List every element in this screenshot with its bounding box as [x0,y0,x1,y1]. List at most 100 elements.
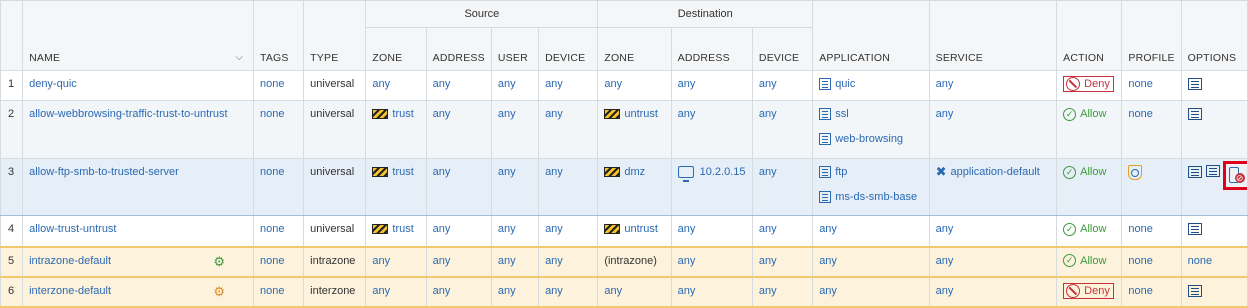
application[interactable]: any [812,245,930,277]
destination-zone[interactable]: dmz [624,166,645,178]
source-zone-cell[interactable]: trust [365,158,427,216]
chevron-down-icon[interactable]: ⌵ [235,52,243,63]
source-zone[interactable]: trust [392,108,413,120]
table-row[interactable]: 1 deny-quic none universal any any any a… [0,70,1248,101]
service[interactable]: any [928,275,1058,308]
destination-device[interactable]: any [751,100,814,159]
destination-address[interactable]: any [670,275,753,308]
rule-name[interactable]: intrazone-default [29,255,111,267]
destination-zone[interactable]: untrust [624,108,658,120]
destination-zone[interactable]: any [597,70,672,101]
options-cell[interactable] [1180,215,1248,247]
source-user[interactable]: any [490,245,540,277]
options-icon[interactable] [1187,166,1202,179]
service-cell[interactable]: ✖ application-default [928,158,1058,216]
header-tags[interactable]: TAGS [252,0,305,71]
rule-tags[interactable]: none [252,70,305,101]
header-source-zone[interactable]: ZONE [365,27,427,71]
destination-zone-cell[interactable]: dmz [597,158,672,216]
header-service[interactable]: SERVICE [928,0,1058,71]
header-action[interactable]: ACTION [1056,0,1123,71]
log-forwarding-icon[interactable] [1205,165,1220,177]
application[interactable]: any [812,275,930,308]
source-device[interactable]: any [538,158,599,216]
header-source-device[interactable]: DEVICE [538,27,599,71]
rule-tags[interactable]: none [252,158,305,216]
source-address[interactable]: any [425,70,492,101]
table-row[interactable]: 3 allow-ftp-smb-to-trusted-server none u… [0,158,1248,216]
table-row[interactable]: 6 interzone-default ⚙ none interzone any … [0,275,1248,308]
rule-name[interactable]: interzone-default [29,285,111,297]
options-cell[interactable] [1180,70,1248,101]
service[interactable]: any [928,245,1058,277]
security-profile-icon[interactable] [1128,164,1143,180]
source-zone-cell[interactable]: trust [365,215,427,247]
application[interactable]: any [812,215,930,247]
options[interactable]: none [1180,245,1248,277]
profile[interactable]: none [1121,245,1182,277]
service[interactable]: any [928,100,1058,159]
destination-zone[interactable]: any [597,275,672,308]
source-address[interactable]: any [425,215,492,247]
service[interactable]: application-default [951,166,1040,178]
destination-device[interactable]: any [751,275,814,308]
rule-name[interactable]: deny-quic [22,70,254,101]
source-zone[interactable]: any [365,275,427,308]
action-cell[interactable]: ✓ Allow [1056,215,1123,247]
table-row[interactable]: 2 allow-webbrowsing-traffic-trust-to-unt… [0,100,1248,159]
header-destination-device[interactable]: DEVICE [751,27,814,71]
options-icon[interactable] [1187,223,1202,236]
profile[interactable]: none [1121,275,1182,308]
profile[interactable]: none [1121,100,1182,159]
destination-device[interactable]: any [751,245,814,277]
destination-device[interactable]: any [751,158,814,216]
source-user[interactable]: any [490,158,540,216]
destination-address[interactable]: any [670,100,753,159]
application-name[interactable]: web-browsing [835,133,903,145]
header-destination-zone[interactable]: ZONE [597,27,672,71]
rule-tags[interactable]: none [252,245,305,277]
options-icon[interactable] [1187,108,1202,121]
source-user[interactable]: any [490,275,540,308]
source-device[interactable]: any [538,70,599,101]
table-row[interactable]: 4 allow-trust-untrust none universal tru… [0,215,1248,247]
action-cell[interactable]: Deny [1056,70,1123,101]
application-cell[interactable]: ssl web-browsing [812,100,930,159]
destination-address[interactable]: any [670,215,753,247]
service[interactable]: any [928,70,1058,101]
rule-name[interactable]: allow-webbrowsing-traffic-trust-to-untru… [22,100,254,159]
source-user[interactable]: any [490,215,540,247]
rule-name-cell[interactable]: intrazone-default ⚙ [22,245,254,277]
destination-zone-cell[interactable]: untrust [597,215,672,247]
action-cell[interactable]: ✓ Allow [1056,100,1123,159]
application-name[interactable]: ftp [835,166,847,178]
source-zone[interactable]: trust [392,223,413,235]
source-zone[interactable]: any [365,245,427,277]
application-name[interactable]: ms-ds-smb-base [835,191,917,203]
source-user[interactable]: any [490,70,540,101]
options-cell[interactable]: ⊘ [1180,158,1248,216]
header-type[interactable]: TYPE [303,0,367,71]
header-name[interactable]: NAME ⌵ [22,0,254,71]
header-profile[interactable]: PROFILE [1121,0,1182,71]
application-cell[interactable]: quic [812,70,930,101]
action-cell[interactable]: ✓ Allow [1056,158,1123,216]
rule-tags[interactable]: none [252,215,305,247]
destination-zone-cell[interactable]: untrust [597,100,672,159]
options-cell[interactable] [1180,275,1248,308]
source-device[interactable]: any [538,245,599,277]
destination-device[interactable]: any [751,70,814,101]
source-zone[interactable]: any [365,70,427,101]
destination-address[interactable]: 10.2.0.15 [700,166,746,178]
highlighted-option-box[interactable]: ⊘ [1222,161,1247,190]
application-name[interactable]: quic [835,78,855,90]
rule-name[interactable]: allow-trust-untrust [22,215,254,247]
destination-address[interactable]: any [670,70,753,101]
destination-device[interactable]: any [751,215,814,247]
table-row[interactable]: 5 intrazone-default ⚙ none intrazone any … [0,245,1248,277]
rule-tags[interactable]: none [252,275,305,308]
rule-name[interactable]: allow-ftp-smb-to-trusted-server [22,158,254,216]
application-cell[interactable]: ftp ms-ds-smb-base [812,158,930,216]
header-application[interactable]: APPLICATION [812,0,930,71]
header-source-address[interactable]: ADDRESS [425,27,492,71]
